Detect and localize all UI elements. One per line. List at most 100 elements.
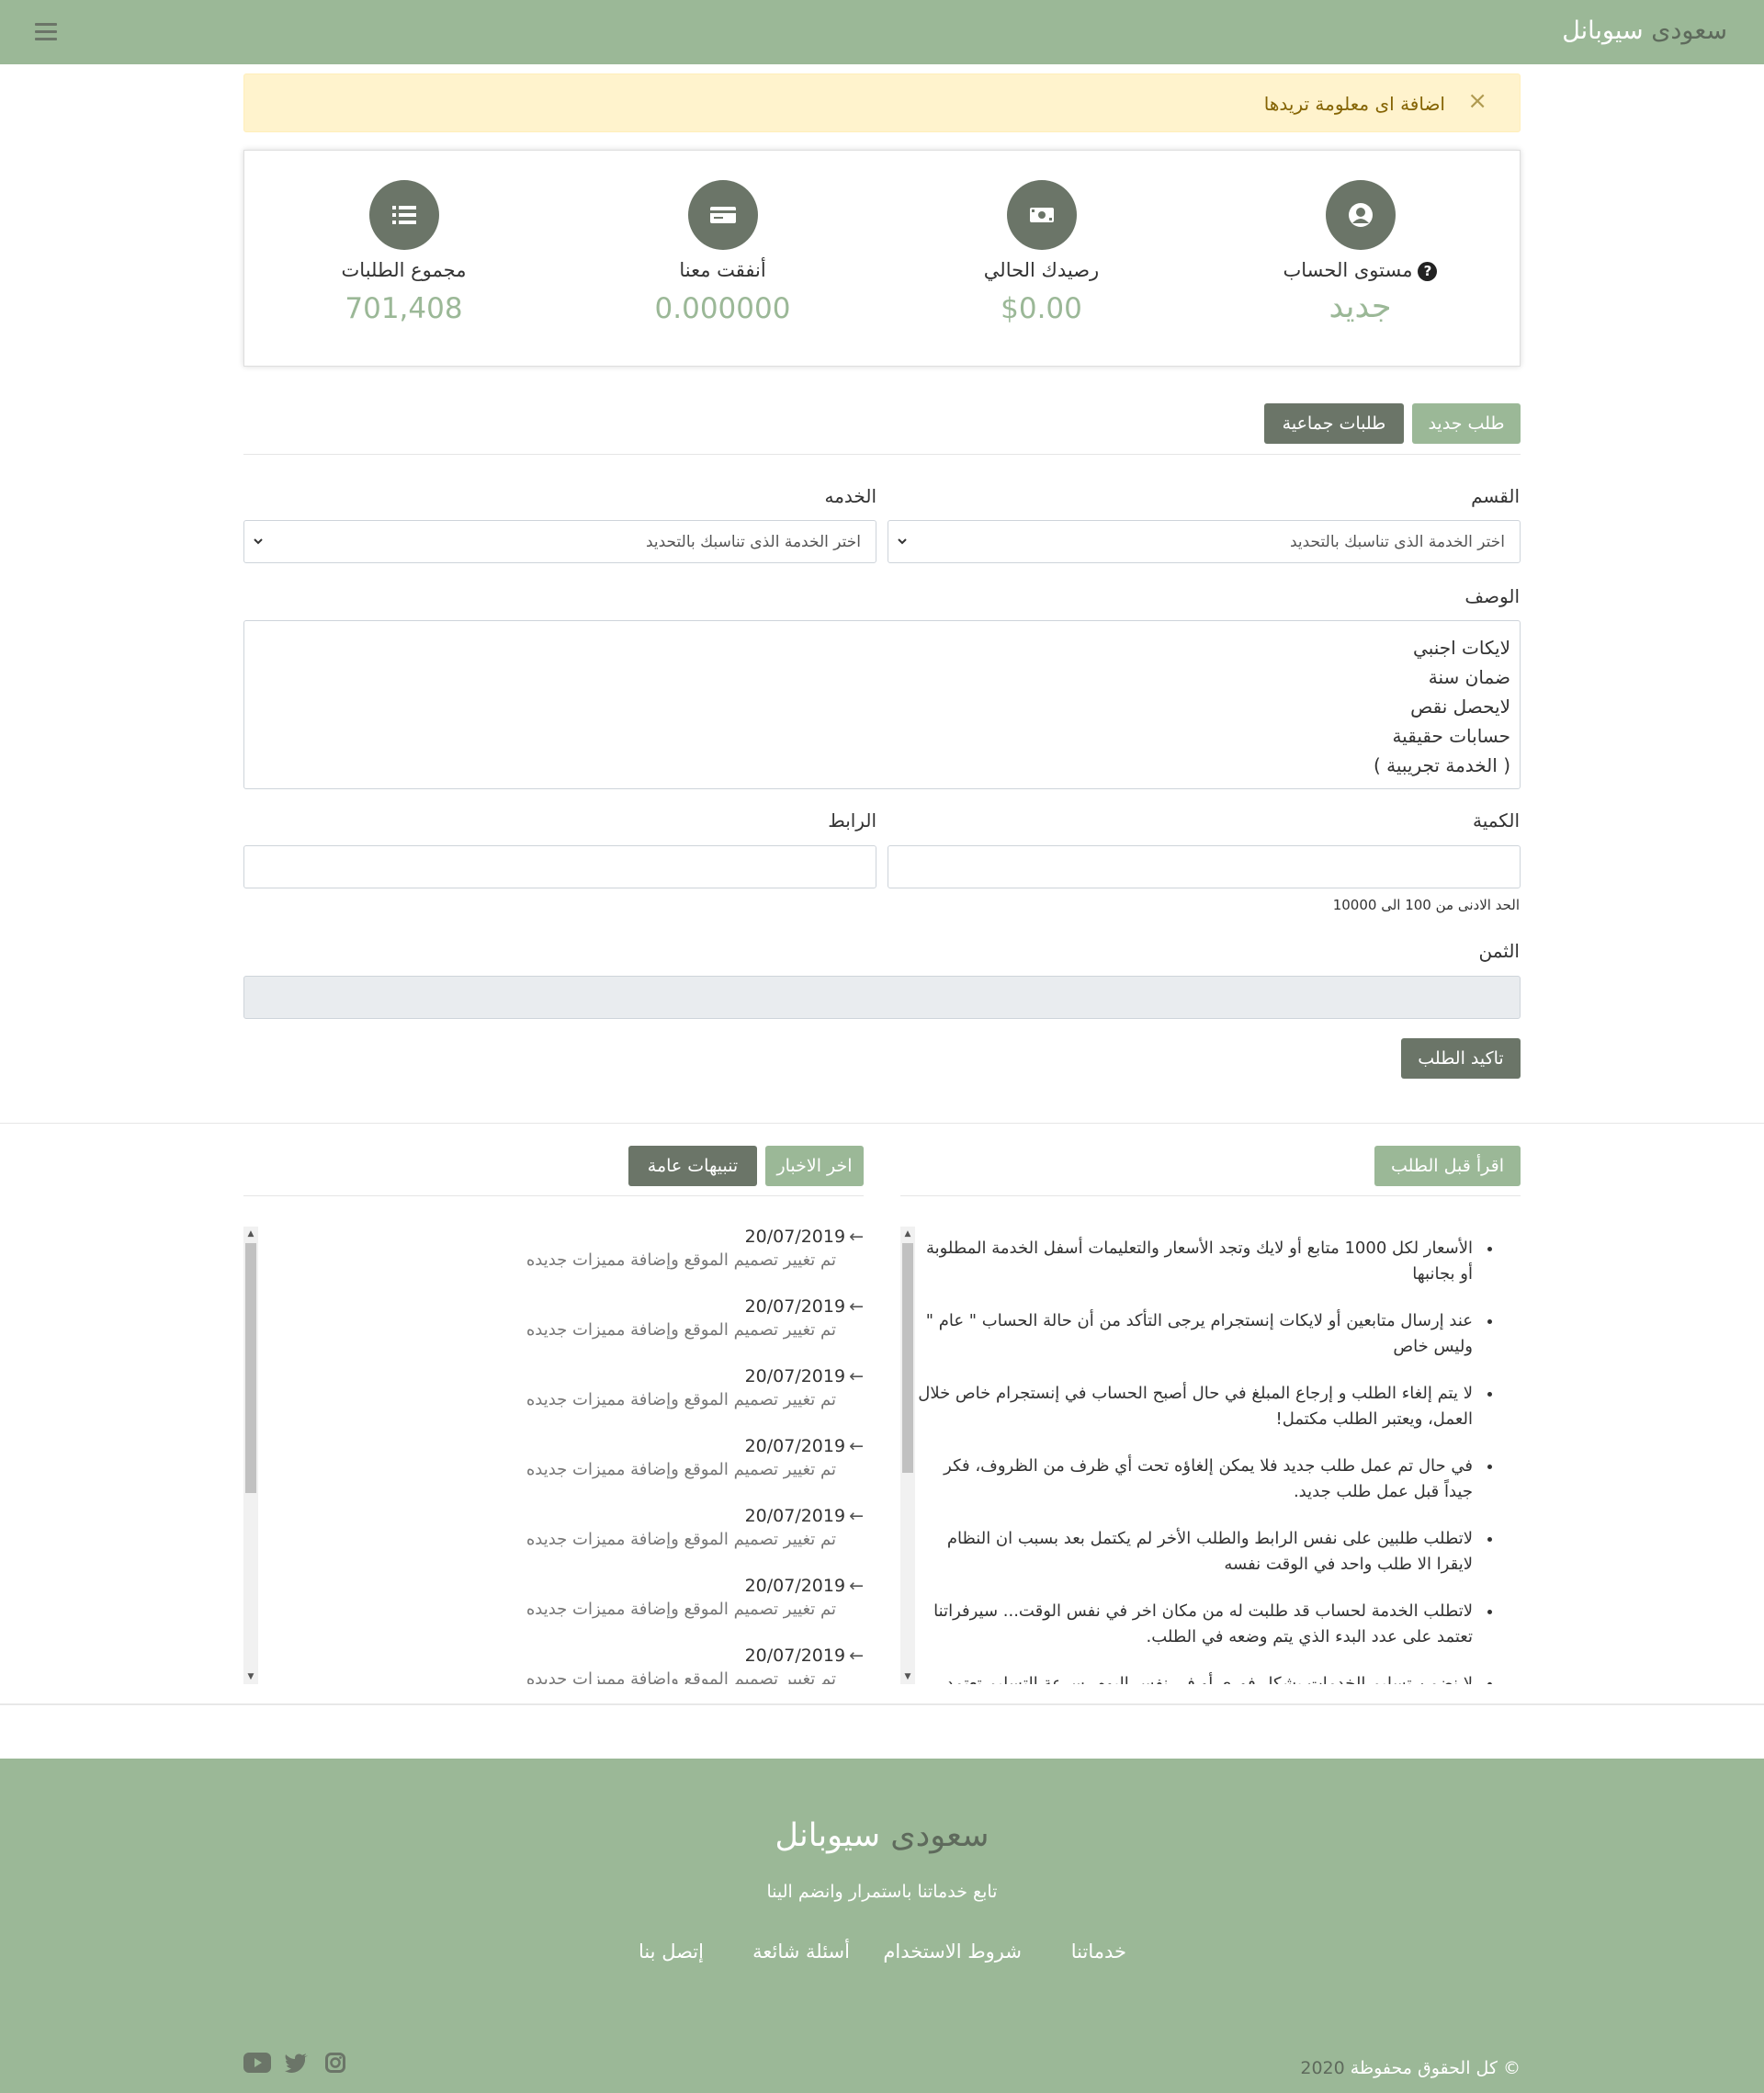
rule-item: لاتطلب طلبين على نفس الرابط والطلب الأخر… <box>915 1526 1476 1578</box>
description-textarea[interactable]: لايكات اجنبي ضمان سنة لايحصل نقص حسابات … <box>243 620 1521 789</box>
footer-link-services[interactable]: خدماتنا <box>1071 1940 1126 1963</box>
news-item: ←20/07/2019 تم تغيير تصميم الموقع وإضافة… <box>276 1646 864 1684</box>
news-box: ←20/07/2019 تم تغيير تصميم الموقع وإضافة… <box>243 1227 864 1684</box>
rules-box: الأسعار لكل 1000 متابع أو لايك وتجد الأس… <box>900 1227 1521 1684</box>
news-item: ←20/07/2019 تم تغيير تصميم الموقع وإضافة… <box>276 1366 864 1409</box>
general-alerts-button[interactable]: تنبيهات عامة <box>628 1146 757 1186</box>
arrow-left-icon: ← <box>849 1576 864 1596</box>
stat-value: 0.000000 <box>654 292 791 325</box>
stat-label: رصيدك الحالي <box>983 259 1100 281</box>
footer: سعودى سيوبانل تابع خدماتنا باستمرار وانض… <box>0 1759 1764 2093</box>
twitter-icon[interactable] <box>285 2053 309 2076</box>
news-date: 20/07/2019 <box>744 1506 846 1526</box>
footer-brand[interactable]: سعودى سيوبانل <box>0 1817 1764 1854</box>
rule-item: الأسعار لكل 1000 متابع أو لايك وتجد الأس… <box>915 1236 1476 1287</box>
rule-item: لاتطلب الخدمة لحساب قد طلبت له من مكان ا… <box>915 1599 1476 1650</box>
credit-card-icon <box>688 180 758 250</box>
arrow-left-icon: ← <box>849 1506 864 1526</box>
arrow-left-icon: ← <box>849 1436 864 1456</box>
arrow-left-icon: ← <box>849 1646 864 1666</box>
news-date: 20/07/2019 <box>744 1296 846 1317</box>
news-date: 20/07/2019 <box>744 1227 846 1247</box>
description-line: ( الخدمة تجريبية ) <box>1373 754 1510 776</box>
description-line: حسابات حقيقية <box>1392 725 1510 747</box>
news-item: ←20/07/2019 تم تغيير تصميم الموقع وإضافة… <box>276 1227 864 1270</box>
description-label: الوصف <box>1464 585 1520 607</box>
bars-icon[interactable] <box>35 23 57 41</box>
youtube-icon[interactable] <box>243 2053 271 2076</box>
stats-panel: ?مستوى الحساب جديد رصيدك الحالي $0.00 أن… <box>243 150 1521 367</box>
arrow-left-icon: ← <box>849 1227 864 1247</box>
divider <box>243 1195 864 1196</box>
footer-link-terms[interactable]: شروط الاستخدام <box>883 1940 1022 1963</box>
category-select[interactable]: اختر الخدمة الذى تناسبك بالتحديد <box>888 520 1521 563</box>
link-input[interactable] <box>243 845 876 888</box>
mass-order-button[interactable]: طلبات جماعية <box>1264 403 1404 444</box>
news-text: تم تغيير تصميم الموقع وإضافة مميزات جديد… <box>526 1530 836 1549</box>
stat-spent: أنفقت معنا 0.000000 <box>563 151 882 368</box>
new-order-button[interactable]: طلب جديد <box>1412 403 1521 444</box>
stat-balance: رصيدك الحالي $0.00 <box>882 151 1201 368</box>
stat-total-orders: مجموع الطلبات 701,408 <box>244 151 563 368</box>
news-item: ←20/07/2019 تم تغيير تصميم الموقع وإضافة… <box>276 1296 864 1340</box>
stat-label: أنفقت معنا <box>679 259 766 281</box>
description-line: لايحصل نقص <box>1410 696 1510 718</box>
money-bill-icon <box>1007 180 1077 250</box>
service-label: الخدمه <box>824 485 877 507</box>
question-circle-icon[interactable]: ? <box>1418 261 1438 281</box>
stat-label: ?مستوى الحساب <box>1201 259 1520 281</box>
stat-account-level: ?مستوى الحساب جديد <box>1201 151 1520 368</box>
news-text: تم تغيير تصميم الموقع وإضافة مميزات جديد… <box>526 1600 836 1619</box>
read-before-order-button[interactable]: اقرأ قبل الطلب <box>1374 1146 1521 1186</box>
quantity-help: الحد الادنى من 100 الى 10000 <box>1332 897 1520 913</box>
brand-logo[interactable]: سعودى سيوبانل <box>1562 17 1727 45</box>
description-line: ضمان سنة <box>1428 666 1510 688</box>
news-text: تم تغيير تصميم الموقع وإضافة مميزات جديد… <box>526 1460 836 1479</box>
instagram-icon[interactable] <box>325 2053 345 2076</box>
quantity-label: الكمية <box>1472 809 1520 832</box>
chevron-down-icon <box>254 538 263 545</box>
description-line: لايكات اجنبي <box>1413 637 1510 659</box>
rule-item: لا نضمن تسليم الخدمات بشكل فورى أو فى نف… <box>915 1671 1476 1684</box>
footer-link-faq[interactable]: أسئلة شائعة <box>752 1940 850 1963</box>
footer-tagline: تابع خدماتنا باستمرار وانضم الينا <box>766 1882 998 1902</box>
category-label: القسم <box>1471 485 1520 507</box>
submit-order-button[interactable]: تاكيد الطلب <box>1401 1038 1521 1079</box>
rules-scrollbar[interactable]: ▲ ▼ <box>900 1227 915 1684</box>
footer-link-contact[interactable]: إتصل بنا <box>639 1940 704 1963</box>
divider <box>900 1195 1521 1196</box>
arrow-left-icon: ← <box>849 1366 864 1386</box>
news-text: تم تغيير تصميم الموقع وإضافة مميزات جديد… <box>526 1320 836 1340</box>
news-date: 20/07/2019 <box>744 1436 846 1456</box>
price-field <box>243 976 1521 1019</box>
news-scrollbar[interactable]: ▲ ▼ <box>243 1227 258 1684</box>
quantity-input[interactable] <box>888 845 1521 888</box>
brand-part2: سيوبانل <box>1562 17 1644 45</box>
stat-value: 701,408 <box>345 292 463 325</box>
info-alert: اضافة اى معلومة تريدها × <box>243 74 1521 132</box>
rule-item: في حال تم عمل طلب جديد فلا يمكن إلغاؤه ت… <box>915 1454 1476 1505</box>
news-item: ←20/07/2019 تم تغيير تصميم الموقع وإضافة… <box>276 1436 864 1479</box>
user-circle-icon <box>1326 180 1396 250</box>
latest-news-button[interactable]: اخر الاخبار <box>765 1146 864 1186</box>
news-text: تم تغيير تصميم الموقع وإضافة مميزات جديد… <box>526 1390 836 1409</box>
rule-item: لا يتم إلغاء الطلب و إرجاع المبلغ في حال… <box>915 1381 1476 1432</box>
rule-item: عند إرسال متابعين أو لايكات إنستجرام يرج… <box>915 1308 1476 1360</box>
stat-value: جديد <box>1329 288 1392 325</box>
service-select[interactable]: اختر الخدمة الذى تناسبك بالتحديد <box>243 520 876 563</box>
news-text: تم تغيير تصميم الموقع وإضافة مميزات جديد… <box>526 1250 836 1270</box>
close-icon[interactable]: × <box>1467 87 1487 115</box>
rules-list: الأسعار لكل 1000 متابع أو لايك وتجد الأس… <box>915 1236 1521 1684</box>
news-date: 20/07/2019 <box>744 1646 846 1666</box>
link-label: الرابط <box>828 809 876 832</box>
price-label: الثمن <box>1478 940 1520 962</box>
list-icon <box>369 180 439 250</box>
stat-value: $0.00 <box>1001 292 1082 325</box>
top-navbar: سعودى سيوبانل <box>0 0 1764 64</box>
copyright: © كل الحقوق محفوظة 2020 <box>1300 2058 1521 2078</box>
stat-label: مجموع الطلبات <box>341 259 467 281</box>
info-panel: اقرأ قبل الطلب الأسعار لكل 1000 متابع أو… <box>0 1123 1764 1705</box>
divider <box>243 454 1521 455</box>
news-item: ←20/07/2019 تم تغيير تصميم الموقع وإضافة… <box>276 1506 864 1549</box>
alert-message: اضافة اى معلومة تريدها <box>1263 93 1445 115</box>
